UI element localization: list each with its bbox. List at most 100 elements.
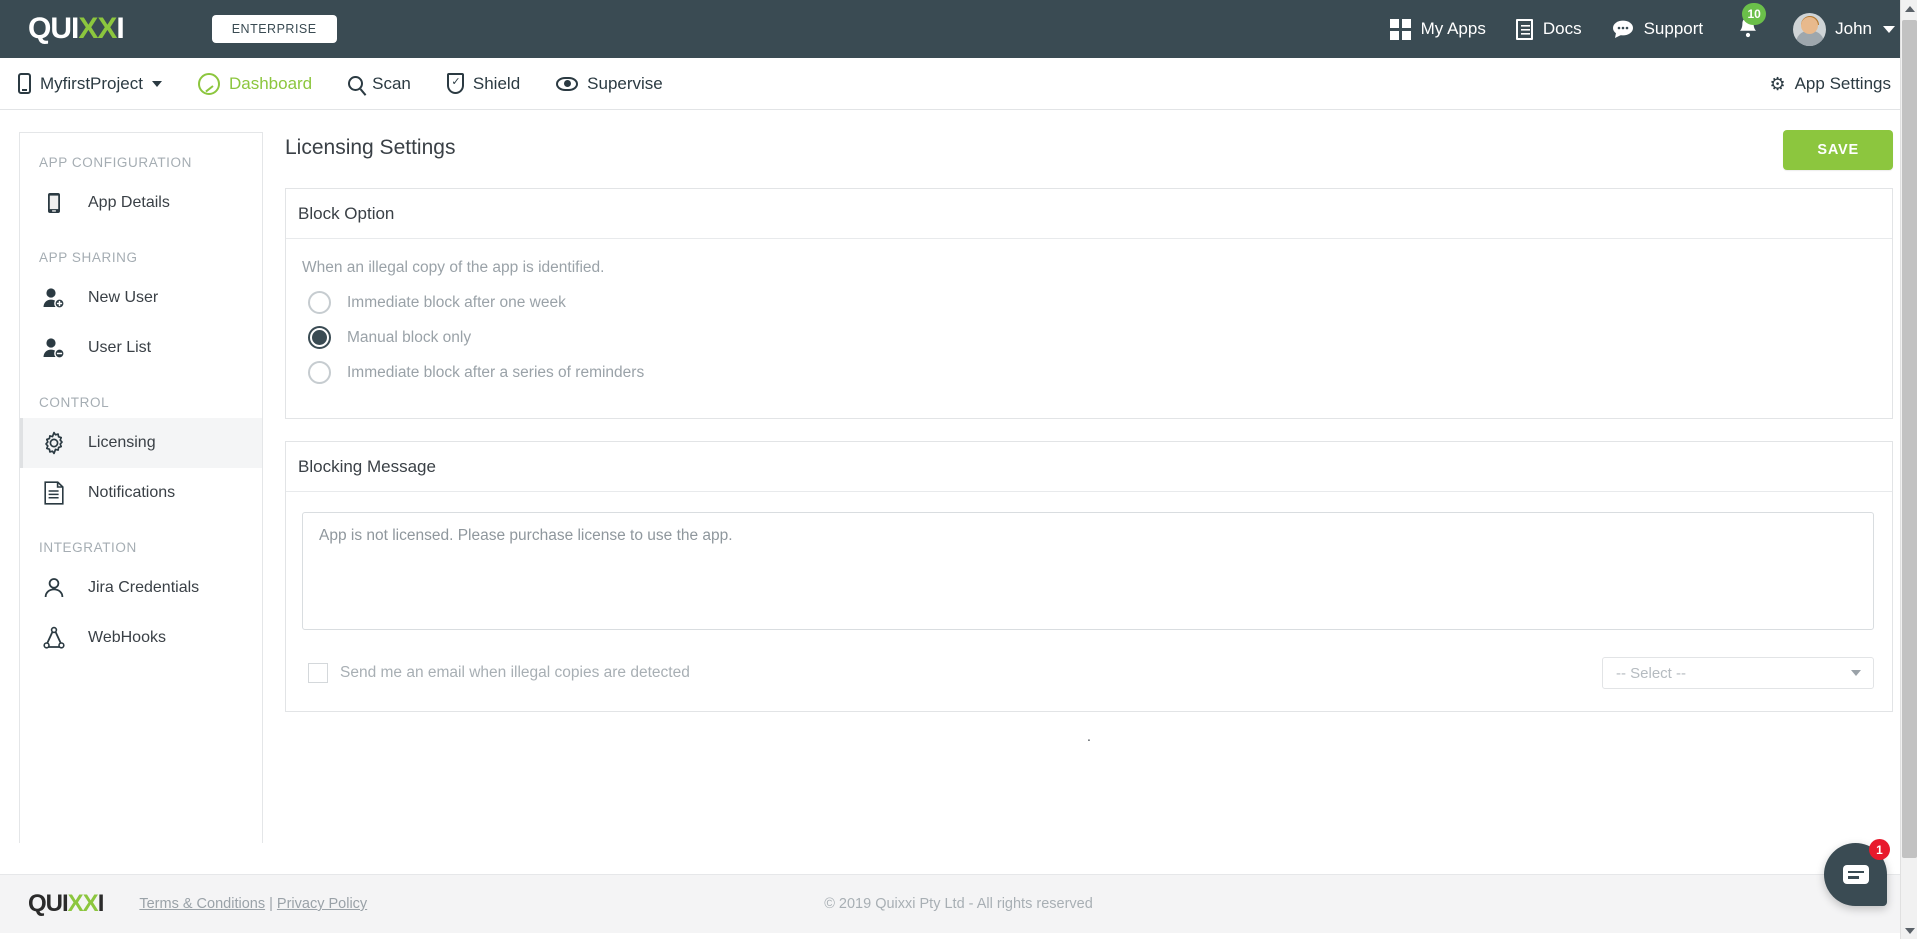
top-navigation: My Apps Docs Support 10 John — [1389, 2, 1895, 46]
footer: QUIXXI Terms & Conditions | Privacy Poli… — [0, 874, 1917, 933]
tab-shield-label: Shield — [472, 73, 521, 93]
chat-bubble-icon — [1612, 20, 1633, 38]
email-notification-checkbox-row[interactable]: Send me an email when illegal copies are… — [308, 663, 690, 683]
webhook-icon — [42, 626, 66, 650]
sidebar-section-title-app-sharing: APP SHARING — [39, 250, 138, 265]
nav-support-label: Support — [1643, 19, 1704, 38]
chevron-down-icon — [1883, 25, 1895, 33]
sidebar-item-label: WebHooks — [88, 629, 166, 646]
main-content: Licensing Settings SAVE Block Option Whe… — [263, 110, 1917, 874]
person-icon — [42, 576, 66, 600]
sidebar-item-label: App Details — [88, 194, 170, 211]
brand-group: QUIXXI ENTERPRISE — [28, 14, 337, 44]
body-area: APP CONFIGURATION App Details APP SHARIN… — [0, 110, 1917, 874]
chat-widget-button[interactable]: 1 — [1824, 839, 1890, 906]
sidebar-section-title-integration: INTEGRATION — [39, 540, 137, 555]
blocking-message-textarea[interactable] — [302, 512, 1874, 630]
footer-logo-suffix: I — [97, 890, 105, 917]
sidebar-item-label: User List — [88, 339, 152, 356]
radio-label: Immediate block after one week — [347, 293, 566, 311]
app-settings-button[interactable]: ⚙ App Settings — [1765, 74, 1895, 94]
enterprise-badge: ENTERPRISE — [211, 15, 337, 43]
docs-icon — [1515, 18, 1533, 40]
logo-suffix: I — [116, 12, 124, 45]
avatar — [1793, 12, 1827, 46]
tab-shield[interactable]: Shield — [443, 73, 524, 94]
radio-button[interactable] — [308, 361, 331, 384]
sidebar-item-app-details[interactable]: App Details — [20, 178, 262, 228]
page-scrollbar[interactable] — [1900, 0, 1917, 939]
sub-nav-items: MyfirstProject Dashboard Scan Shield Sup… — [14, 72, 667, 95]
gear-icon — [42, 431, 66, 455]
save-button[interactable]: SAVE — [1783, 130, 1893, 170]
notifications-button[interactable]: 10 — [1733, 2, 1767, 44]
sidebar-item-new-user[interactable]: New User — [20, 273, 262, 323]
shield-icon — [446, 73, 464, 94]
terms-and-conditions-link[interactable]: Terms & Conditions — [139, 896, 265, 912]
email-recipient-select-value: -- Select -- — [1616, 664, 1687, 682]
sidebar-item-label: Notifications — [88, 484, 176, 501]
search-icon — [348, 76, 364, 91]
nav-docs[interactable]: Docs — [1515, 18, 1582, 40]
sidebar: APP CONFIGURATION App Details APP SHARIN… — [19, 132, 263, 843]
chevron-down-icon — [1851, 670, 1861, 676]
mobile-phone-icon — [42, 191, 66, 215]
logo-accent: XX — [78, 12, 117, 45]
grid-icon — [1389, 18, 1411, 40]
radio-button-selected[interactable] — [308, 326, 331, 349]
footer-quixxi-logo: QUIXXI — [28, 890, 105, 917]
sidebar-item-label: New User — [88, 289, 159, 306]
tab-dashboard-label: Dashboard — [228, 73, 313, 93]
scrollbar-up-arrow[interactable] — [1901, 0, 1917, 17]
privacy-policy-link[interactable]: Privacy Policy — [277, 896, 367, 912]
blocking-message-panel: Blocking Message Send me an email when i… — [285, 441, 1893, 712]
email-recipient-select[interactable]: -- Select -- — [1602, 657, 1874, 689]
tab-dashboard[interactable]: Dashboard — [194, 72, 316, 95]
nav-my-apps-label: My Apps — [1420, 19, 1486, 38]
user-remove-icon — [42, 336, 66, 360]
document-list-icon — [42, 481, 66, 505]
scrollbar-down-arrow[interactable] — [1901, 922, 1917, 939]
sub-nav-right: ⚙ App Settings — [1765, 74, 1895, 94]
logo-prefix: QUI — [28, 12, 79, 45]
mobile-phone-icon — [18, 73, 31, 94]
radio-option-immediate-one-week[interactable]: Immediate block after one week — [308, 291, 1874, 314]
scrollbar-thumb[interactable] — [1902, 20, 1917, 858]
quixxi-logo[interactable]: QUIXXI — [28, 12, 125, 45]
radio-button[interactable] — [308, 291, 331, 314]
footer-logo-prefix: QUI — [28, 890, 69, 917]
gear-icon: ⚙ — [1769, 73, 1786, 94]
tab-scan[interactable]: Scan — [344, 74, 415, 94]
block-option-panel-title: Block Option — [286, 189, 1892, 239]
radio-option-series-of-reminders[interactable]: Immediate block after a series of remind… — [308, 361, 1874, 384]
sidebar-item-jira-credentials[interactable]: Jira Credentials — [20, 563, 262, 613]
blocking-message-bottom-row: Send me an email when illegal copies are… — [302, 657, 1874, 689]
user-menu[interactable]: John — [1793, 12, 1895, 46]
sidebar-item-licensing[interactable]: Licensing — [20, 418, 262, 468]
nav-support[interactable]: Support — [1612, 19, 1704, 39]
nav-docs-label: Docs — [1542, 19, 1582, 38]
sidebar-item-label: Jira Credentials — [88, 579, 200, 596]
tab-supervise[interactable]: Supervise — [552, 74, 667, 94]
radio-label: Immediate block after a series of remind… — [347, 363, 645, 381]
blocking-message-panel-body: Send me an email when illegal copies are… — [286, 492, 1892, 711]
main-header: Licensing Settings SAVE — [285, 130, 1893, 170]
sidebar-item-notifications[interactable]: Notifications — [20, 468, 262, 518]
footer-logo-accent: XX — [67, 890, 99, 917]
chevron-down-icon — [151, 80, 162, 87]
sidebar-item-user-list[interactable]: User List — [20, 323, 262, 373]
project-selector[interactable]: MyfirstProject — [14, 73, 166, 94]
email-notification-label: Send me an email when illegal copies are… — [340, 664, 690, 681]
radio-option-manual-block-only[interactable]: Manual block only — [308, 326, 1874, 349]
sidebar-section-title-app-configuration: APP CONFIGURATION — [39, 155, 192, 170]
block-option-hint: When an illegal copy of the app is ident… — [302, 259, 605, 276]
app-page: QUIXXI ENTERPRISE My Apps Docs Support 1… — [0, 0, 1917, 939]
sidebar-item-webhooks[interactable]: WebHooks — [20, 613, 262, 663]
page-title: Licensing Settings — [285, 136, 456, 159]
nav-my-apps[interactable]: My Apps — [1389, 18, 1486, 40]
stray-dot: . — [1086, 728, 1092, 745]
footer-links: Terms & Conditions | Privacy Policy — [139, 896, 367, 912]
sidebar-section-title-control: CONTROL — [39, 395, 110, 410]
email-notification-checkbox[interactable] — [308, 663, 328, 683]
chat-bubble-icon — [1842, 865, 1869, 884]
